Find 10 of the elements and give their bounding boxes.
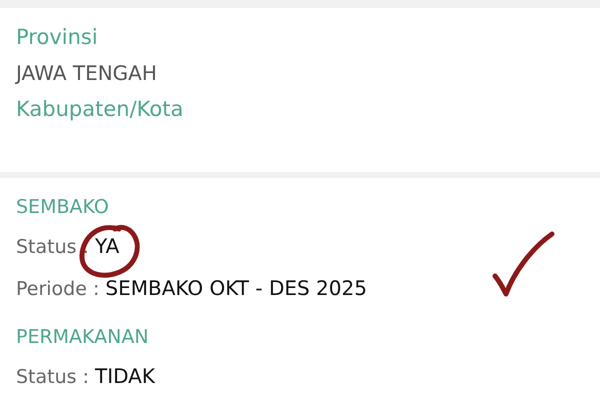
field-label: Provinsi bbox=[16, 24, 99, 51]
field-value: JAWA TENGAH bbox=[16, 60, 158, 87]
field-value: YA bbox=[95, 234, 120, 258]
field-label: Kabupaten/Kota bbox=[16, 96, 184, 123]
program-title: PERMAKANAN bbox=[16, 325, 150, 350]
field-label: Periode : bbox=[16, 277, 100, 302]
field-value: SEMBAKO OKT - DES 2025 bbox=[105, 276, 367, 300]
program-title: SEMBAKO bbox=[16, 195, 110, 220]
field-value: TIDAK bbox=[95, 364, 155, 388]
field-label: Status : bbox=[16, 365, 89, 390]
